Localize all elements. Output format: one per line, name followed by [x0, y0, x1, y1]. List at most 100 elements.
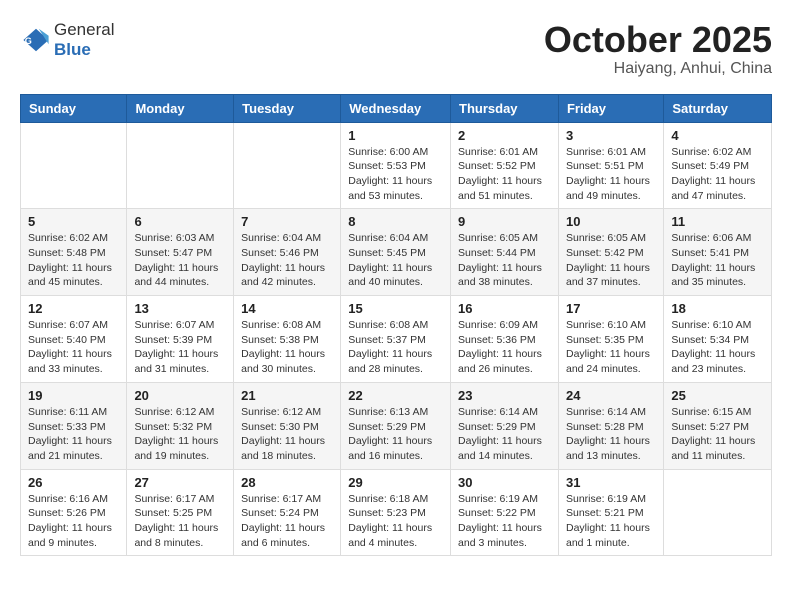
- day-number: 11: [671, 214, 764, 229]
- day-info: Sunrise: 6:02 AM Sunset: 5:49 PM Dayligh…: [671, 145, 764, 204]
- day-info: Sunrise: 6:16 AM Sunset: 5:26 PM Dayligh…: [28, 492, 119, 551]
- day-number: 5: [28, 214, 119, 229]
- day-number: 26: [28, 475, 119, 490]
- header-thursday: Thursday: [451, 94, 559, 122]
- day-info: Sunrise: 6:01 AM Sunset: 5:52 PM Dayligh…: [458, 145, 551, 204]
- day-number: 9: [458, 214, 551, 229]
- day-number: 17: [566, 301, 656, 316]
- day-cell: 2 Sunrise: 6:01 AM Sunset: 5:52 PM Daylig…: [451, 122, 559, 209]
- day-info: Sunrise: 6:17 AM Sunset: 5:25 PM Dayligh…: [134, 492, 226, 551]
- logo: G General Blue: [20, 20, 114, 60]
- day-cell: 3Sunrise: 6:01 AM Sunset: 5:51 PM Daylig…: [558, 122, 663, 209]
- day-info: Sunrise: 6:12 AM Sunset: 5:32 PM Dayligh…: [134, 405, 226, 464]
- day-number: 18: [671, 301, 764, 316]
- day-number: 2: [458, 128, 551, 143]
- day-cell: 1 Sunrise: 6:00 AM Sunset: 5:53 PM Daylig…: [341, 122, 451, 209]
- day-number: 31: [566, 475, 656, 490]
- day-info: Sunrise: 6:09 AM Sunset: 5:36 PM Dayligh…: [458, 318, 551, 377]
- day-number: 8: [348, 214, 443, 229]
- day-info: Sunrise: 6:13 AM Sunset: 5:29 PM Dayligh…: [348, 405, 443, 464]
- day-cell: 12 Sunrise: 6:07 AM Sunset: 5:40 PM Dayli…: [21, 296, 127, 383]
- day-cell: [21, 122, 127, 209]
- day-info: Sunrise: 6:11 AM Sunset: 5:33 PM Dayligh…: [28, 405, 119, 464]
- svg-text:G: G: [25, 36, 32, 46]
- logo-icon: G: [22, 26, 50, 54]
- day-cell: 23 Sunrise: 6:14 AM Sunset: 5:29 PM Dayli…: [451, 382, 559, 469]
- day-number: 7: [241, 214, 333, 229]
- day-number: 27: [134, 475, 226, 490]
- day-cell: [664, 469, 772, 556]
- day-number: 21: [241, 388, 333, 403]
- day-info: Sunrise: 6:04 AM Sunset: 5:46 PM Dayligh…: [241, 231, 333, 290]
- day-cell: 6Sunrise: 6:03 AM Sunset: 5:47 PM Daylig…: [127, 209, 234, 296]
- day-cell: 11 Sunrise: 6:06 AM Sunset: 5:41 PM Dayli…: [664, 209, 772, 296]
- day-info: Sunrise: 6:00 AM Sunset: 5:53 PM Dayligh…: [348, 145, 443, 204]
- day-number: 23: [458, 388, 551, 403]
- logo-general: General: [54, 20, 114, 39]
- day-info: Sunrise: 6:05 AM Sunset: 5:42 PM Dayligh…: [566, 231, 656, 290]
- header-wednesday: Wednesday: [341, 94, 451, 122]
- day-number: 6: [134, 214, 226, 229]
- day-info: Sunrise: 6:19 AM Sunset: 5:21 PM Dayligh…: [566, 492, 656, 551]
- day-number: 28: [241, 475, 333, 490]
- day-info: Sunrise: 6:05 AM Sunset: 5:44 PM Dayligh…: [458, 231, 551, 290]
- day-info: Sunrise: 6:06 AM Sunset: 5:41 PM Dayligh…: [671, 231, 764, 290]
- title-block: October 2025 Haiyang, Anhui, China: [544, 20, 772, 78]
- day-number: 24: [566, 388, 656, 403]
- day-number: 14: [241, 301, 333, 316]
- day-cell: [234, 122, 341, 209]
- day-info: Sunrise: 6:18 AM Sunset: 5:23 PM Dayligh…: [348, 492, 443, 551]
- day-number: 16: [458, 301, 551, 316]
- day-info: Sunrise: 6:12 AM Sunset: 5:30 PM Dayligh…: [241, 405, 333, 464]
- page-header: G General Blue October 2025 Haiyang, Anh…: [20, 20, 772, 78]
- day-cell: 29 Sunrise: 6:18 AM Sunset: 5:23 PM Dayli…: [341, 469, 451, 556]
- week-row-2: 5 Sunrise: 6:02 AM Sunset: 5:48 PM Daylig…: [21, 209, 772, 296]
- day-cell: 27 Sunrise: 6:17 AM Sunset: 5:25 PM Dayli…: [127, 469, 234, 556]
- day-info: Sunrise: 6:14 AM Sunset: 5:28 PM Dayligh…: [566, 405, 656, 464]
- day-cell: 9 Sunrise: 6:05 AM Sunset: 5:44 PM Daylig…: [451, 209, 559, 296]
- day-info: Sunrise: 6:10 AM Sunset: 5:34 PM Dayligh…: [671, 318, 764, 377]
- day-cell: 20Sunrise: 6:12 AM Sunset: 5:32 PM Dayli…: [127, 382, 234, 469]
- logo-text: General Blue: [54, 20, 114, 60]
- day-cell: [127, 122, 234, 209]
- day-cell: 31 Sunrise: 6:19 AM Sunset: 5:21 PM Dayli…: [558, 469, 663, 556]
- day-info: Sunrise: 6:14 AM Sunset: 5:29 PM Dayligh…: [458, 405, 551, 464]
- day-info: Sunrise: 6:01 AM Sunset: 5:51 PM Dayligh…: [566, 145, 656, 204]
- header-saturday: Saturday: [664, 94, 772, 122]
- day-cell: 25Sunrise: 6:15 AM Sunset: 5:27 PM Dayli…: [664, 382, 772, 469]
- week-row-3: 12 Sunrise: 6:07 AM Sunset: 5:40 PM Dayli…: [21, 296, 772, 383]
- day-number: 1: [348, 128, 443, 143]
- week-row-4: 19Sunrise: 6:11 AM Sunset: 5:33 PM Dayli…: [21, 382, 772, 469]
- day-number: 4: [671, 128, 764, 143]
- location-title: Haiyang, Anhui, China: [544, 60, 772, 78]
- week-row-5: 26 Sunrise: 6:16 AM Sunset: 5:26 PM Dayli…: [21, 469, 772, 556]
- day-cell: 15 Sunrise: 6:08 AM Sunset: 5:37 PM Dayli…: [341, 296, 451, 383]
- day-info: Sunrise: 6:07 AM Sunset: 5:39 PM Dayligh…: [134, 318, 226, 377]
- day-number: 12: [28, 301, 119, 316]
- header-tuesday: Tuesday: [234, 94, 341, 122]
- day-cell: 17 Sunrise: 6:10 AM Sunset: 5:35 PM Dayli…: [558, 296, 663, 383]
- day-cell: 14 Sunrise: 6:08 AM Sunset: 5:38 PM Dayli…: [234, 296, 341, 383]
- day-info: Sunrise: 6:10 AM Sunset: 5:35 PM Dayligh…: [566, 318, 656, 377]
- day-cell: 19Sunrise: 6:11 AM Sunset: 5:33 PM Dayli…: [21, 382, 127, 469]
- day-info: Sunrise: 6:08 AM Sunset: 5:37 PM Dayligh…: [348, 318, 443, 377]
- day-cell: 21 Sunrise: 6:12 AM Sunset: 5:30 PM Dayli…: [234, 382, 341, 469]
- day-cell: 7 Sunrise: 6:04 AM Sunset: 5:46 PM Daylig…: [234, 209, 341, 296]
- logo-blue: Blue: [54, 40, 91, 59]
- day-cell: 28 Sunrise: 6:17 AM Sunset: 5:24 PM Dayli…: [234, 469, 341, 556]
- day-number: 15: [348, 301, 443, 316]
- day-info: Sunrise: 6:17 AM Sunset: 5:24 PM Dayligh…: [241, 492, 333, 551]
- day-number: 30: [458, 475, 551, 490]
- day-cell: 16 Sunrise: 6:09 AM Sunset: 5:36 PM Dayli…: [451, 296, 559, 383]
- day-number: 25: [671, 388, 764, 403]
- day-number: 10: [566, 214, 656, 229]
- day-cell: 8Sunrise: 6:04 AM Sunset: 5:45 PM Daylig…: [341, 209, 451, 296]
- day-number: 13: [134, 301, 226, 316]
- day-info: Sunrise: 6:02 AM Sunset: 5:48 PM Dayligh…: [28, 231, 119, 290]
- day-number: 29: [348, 475, 443, 490]
- day-cell: 18 Sunrise: 6:10 AM Sunset: 5:34 PM Dayli…: [664, 296, 772, 383]
- header-monday: Monday: [127, 94, 234, 122]
- day-info: Sunrise: 6:07 AM Sunset: 5:40 PM Dayligh…: [28, 318, 119, 377]
- day-cell: 24 Sunrise: 6:14 AM Sunset: 5:28 PM Dayli…: [558, 382, 663, 469]
- day-info: Sunrise: 6:08 AM Sunset: 5:38 PM Dayligh…: [241, 318, 333, 377]
